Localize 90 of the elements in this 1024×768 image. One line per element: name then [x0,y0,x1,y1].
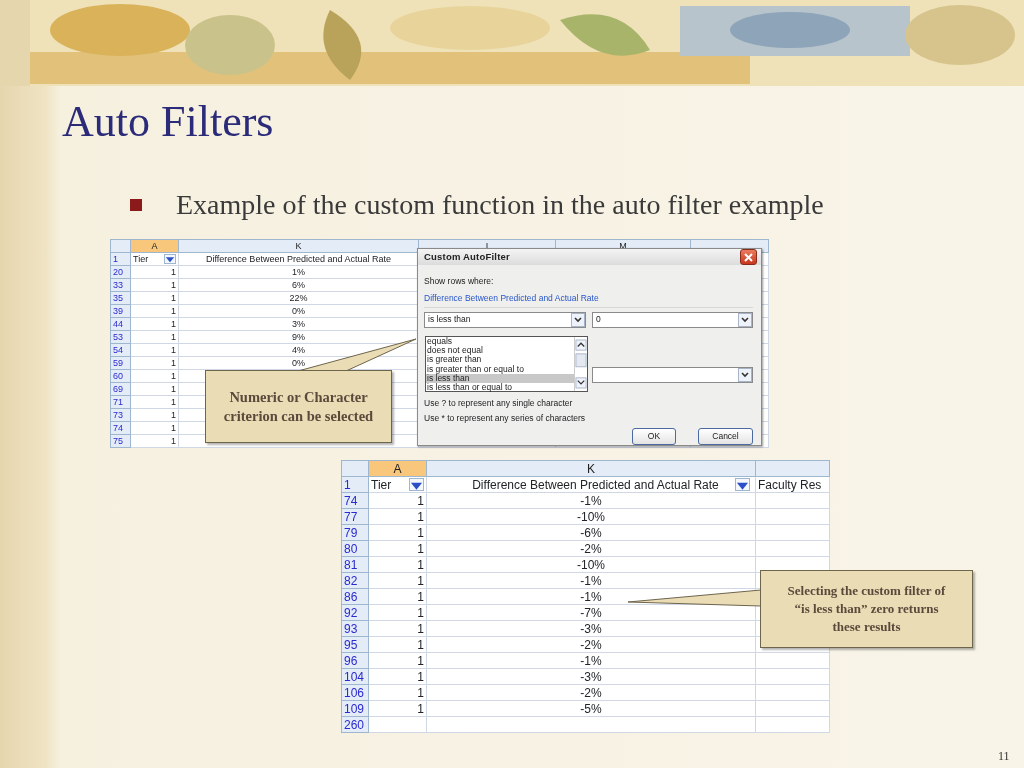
table-cell: 0% [292,357,305,368]
value-field[interactable]: 0 [592,311,753,328]
column-header[interactable]: K [426,460,756,477]
table-cell: 1 [171,396,176,407]
table-cell: 1 [171,266,176,277]
callout-text: Selecting the custom filter of “is less than” zero returns these results [786,581,947,637]
bullet-icon [130,199,142,211]
table-cell: 1 [171,422,176,433]
table-cell: 1 [417,573,424,588]
filter-button[interactable] [164,254,176,264]
page-number: 11 [998,748,1010,765]
table-cell: 1% [292,266,305,277]
table-cell: 9% [292,331,305,342]
table-cell: 1 [417,685,424,700]
header-cell: Tier [133,254,149,264]
table-cell: 1 [417,653,424,668]
header-cell: Tier [371,478,392,491]
table-cell: 1 [171,331,176,342]
table-cell: -3% [580,621,602,636]
table-cell: 6% [292,279,305,290]
table-cell: 1 [171,383,176,394]
table-cell: 1 [417,589,424,604]
table-cell: 1 [417,541,424,556]
table-cell: 1 [417,525,424,540]
header-cell: Difference Between Predicted and Actual Rate [206,253,391,264]
table-cell: 0% [292,305,305,316]
filter-button[interactable] [409,478,424,491]
dropdown-arrow-icon [165,254,175,264]
table-cell: 1 [417,621,424,636]
header-cell: Faculty Res [758,477,822,492]
cancel-button[interactable]: Cancel [698,428,753,445]
chevron-icon [574,316,582,323]
column-header[interactable]: A [368,460,427,477]
list-option[interactable]: equals [426,337,574,347]
chevron-icon [741,316,749,323]
table-cell: 1 [417,701,424,716]
table-cell: -1% [580,589,602,604]
table-cell: 1 [417,557,424,572]
table-cell: 4% [292,344,305,355]
close-icon [744,252,753,262]
list-option[interactable]: is less than [426,373,574,383]
field-name: Difference Between Predicted and Actual Rate [424,292,599,303]
table-cell: 1 [171,357,176,368]
table-cell: 1 [171,279,176,290]
table-cell: -2% [580,541,602,556]
table-cell: 3% [292,318,305,329]
bullet-text: Example of the custom function in the auto filter example [176,188,824,222]
hint-text: Use * to represent any series of characters [424,412,587,425]
table-cell: 1 [171,292,176,303]
filter-button[interactable] [734,478,750,491]
table-cell: 1 [171,409,176,420]
header-cell: Difference Between Predicted and Actual Rate [472,478,719,491]
list-option[interactable]: is greater than or equal to [426,364,574,374]
table-cell: -1% [580,653,602,668]
table-cell: 1 [417,637,424,652]
value-field[interactable] [592,366,753,383]
column-header[interactable]: A [130,239,179,253]
table-cell: -7% [580,605,602,620]
table-cell: 1 [171,435,176,446]
list-option[interactable]: is less than or equal to [426,383,574,393]
table-cell: 1 [417,509,424,524]
ok-button[interactable]: OK [632,428,676,445]
table-cell: -2% [580,637,602,652]
table-cell: 1 [171,318,176,329]
table-cell: 22% [289,292,308,303]
close-button[interactable] [740,249,757,265]
chevron-icon [741,371,749,378]
table-cell: -3% [580,669,602,684]
table-cell: 1 [417,493,424,508]
slide-title: Auto Filters [62,98,274,147]
table-cell: -5% [580,701,602,716]
table-cell: -1% [580,493,602,508]
list-option[interactable]: is greater than [426,355,574,365]
table-cell: -6% [580,525,602,540]
callout-text: Numeric or Character criterion can be selected [222,387,375,426]
scrollbar [574,337,587,391]
table-cell: -10% [577,557,605,572]
table-cell: -10% [577,509,605,524]
hint-text: Use ? to represent any single character [424,396,574,410]
prompt-text: Show rows where: [424,275,495,288]
table-cell: -2% [580,685,602,700]
operator-dropdown[interactable]: is less than [424,311,586,328]
table-cell: -1% [580,573,602,588]
table-cell: 1 [171,305,176,316]
table-cell: 1 [171,370,176,381]
column-header[interactable]: K [178,239,419,253]
table-cell: 1 [417,669,424,684]
list-option[interactable]: does not equal [426,346,574,356]
table-cell: 1 [171,344,176,355]
table-cell: 1 [417,605,424,620]
